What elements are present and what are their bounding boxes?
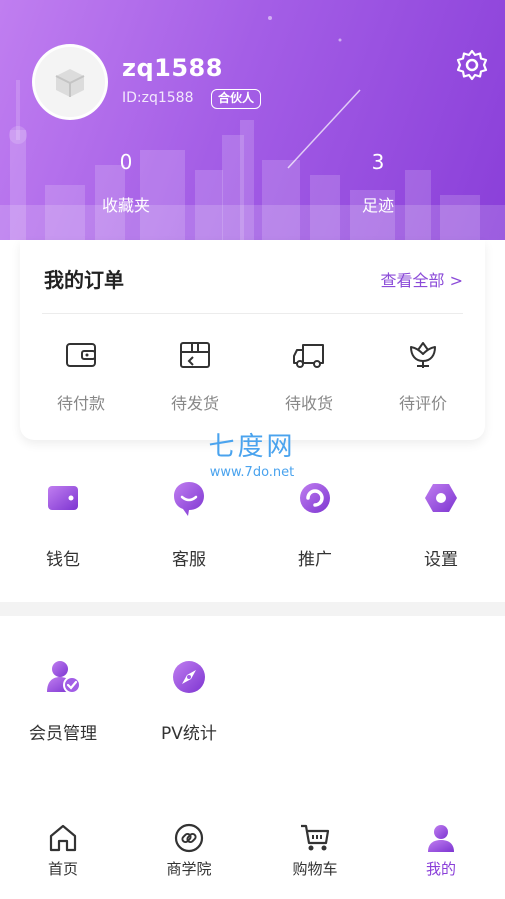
tool-promotion-label: 推广: [298, 550, 332, 570]
orders-title: 我的订单: [44, 268, 124, 292]
service-member-management[interactable]: 会员管理: [13, 657, 113, 744]
box-icon: [180, 342, 210, 368]
divider: [42, 313, 463, 314]
service-member-management-label: 会员管理: [29, 724, 97, 744]
tab-home[interactable]: 首页: [13, 822, 113, 879]
tab-mine-label: 我的: [425, 860, 456, 878]
favorites-stat[interactable]: 0 收藏夹: [76, 150, 176, 216]
cart-icon: [301, 824, 330, 851]
profile-header: zq1588 ID:zq1588 合伙人 0 收藏夹 3 足迹: [0, 0, 505, 240]
avatar[interactable]: [32, 44, 108, 120]
user-icon: [428, 825, 454, 852]
wallet-icon: [48, 486, 78, 510]
bottom-tab-bar: 首页 商学院 购物车 我的: [0, 810, 505, 899]
partner-badge: 合伙人: [211, 89, 262, 109]
home-icon: [49, 824, 77, 852]
compass-icon: [173, 661, 205, 693]
username: zq1588: [122, 54, 223, 82]
tab-home-label: 首页: [47, 860, 78, 878]
view-all-orders-link[interactable]: 查看全部 >: [381, 267, 464, 291]
share-icon: [300, 483, 330, 513]
flower-icon: [410, 342, 436, 368]
tab-business-school-label: 商学院: [166, 860, 212, 878]
section-gap: [0, 602, 505, 616]
tab-business-school[interactable]: 商学院: [139, 822, 239, 879]
tool-customer-service-label: 客服: [172, 550, 206, 570]
tab-cart[interactable]: 购物车: [265, 822, 365, 879]
tool-promotion[interactable]: 推广: [265, 478, 365, 570]
truck-icon: [293, 344, 324, 368]
tool-customer-service[interactable]: 客服: [139, 478, 239, 570]
order-pending-shipment[interactable]: 待发货: [140, 340, 250, 414]
order-pending-review-label: 待评价: [398, 394, 447, 413]
chat-icon: [174, 482, 204, 516]
watermark: 七度网 www.7do.net: [190, 426, 314, 480]
wallet-icon: [66, 343, 96, 367]
order-pending-receipt-label: 待收货: [284, 394, 333, 413]
favorites-count: 0: [119, 150, 133, 174]
gear-icon[interactable]: [455, 48, 489, 82]
tool-settings-label: 设置: [424, 550, 458, 570]
order-pending-shipment-label: 待发货: [170, 394, 219, 413]
avatar-placeholder-icon: [55, 69, 85, 97]
footprints-label: 足迹: [361, 196, 394, 215]
tool-wallet[interactable]: 钱包: [13, 478, 113, 570]
footprints-count: 3: [371, 150, 385, 174]
service-pv-statistics[interactable]: PV统计: [139, 657, 239, 744]
member-icon: [47, 661, 81, 694]
watermark-name: 七度网: [208, 432, 296, 462]
order-pending-payment-label: 待付款: [56, 394, 105, 413]
tab-mine[interactable]: 我的: [391, 822, 491, 879]
my-orders-card: 我的订单 查看全部 > 待付款 待发货 待收货 待评价: [20, 240, 485, 440]
order-pending-payment[interactable]: 待付款: [26, 340, 136, 414]
order-pending-receipt[interactable]: 待收货: [254, 340, 364, 414]
settings-icon: [425, 484, 457, 512]
link-icon: [174, 823, 204, 853]
user-id: ID:zq1588: [122, 90, 194, 106]
tab-cart-label: 购物车: [292, 860, 338, 878]
footprints-stat[interactable]: 3 足迹: [328, 150, 428, 216]
tool-settings[interactable]: 设置: [391, 478, 491, 570]
favorites-label: 收藏夹: [101, 196, 150, 215]
service-pv-statistics-label: PV统计: [161, 724, 217, 744]
order-pending-review[interactable]: 待评价: [368, 340, 478, 414]
tool-wallet-label: 钱包: [46, 550, 80, 570]
